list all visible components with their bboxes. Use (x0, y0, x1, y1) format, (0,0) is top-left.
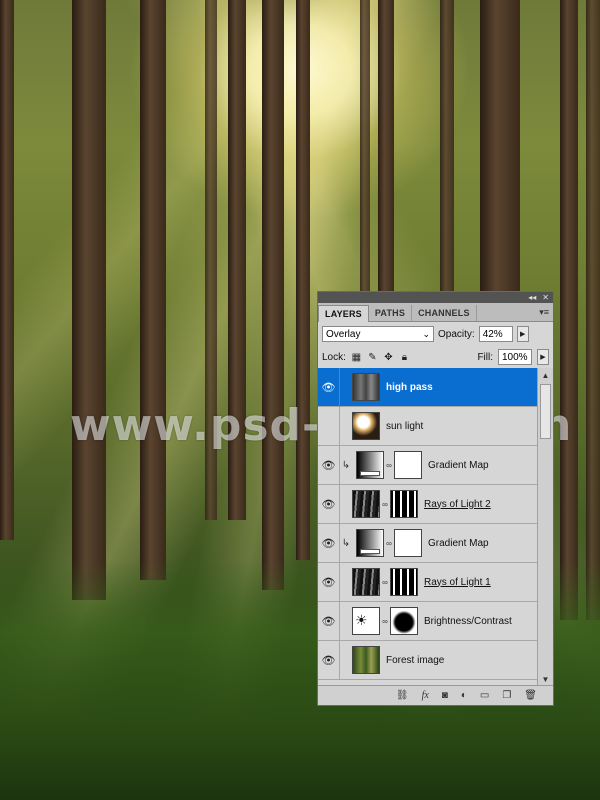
gradient-map-thumbnail (356, 529, 384, 557)
visibility-eye-icon[interactable]: 👁︎ (318, 601, 340, 641)
fill-label: Fill: (477, 351, 493, 363)
layer-mask-thumbnail (390, 568, 418, 596)
visibility-eye-icon[interactable]: 👁︎ (318, 368, 340, 407)
layer-name: Rays of Light 2 (424, 498, 491, 510)
lock-transparent-icon[interactable]: ▦ (351, 352, 362, 363)
layer-thumbnail (352, 412, 380, 440)
chevron-down-icon: ⌄ (422, 328, 430, 339)
tree-trunk (262, 0, 284, 590)
trash-icon[interactable]: 🗑︎ (524, 690, 537, 701)
layer-name: Gradient Map (428, 459, 489, 471)
opacity-slider-button[interactable]: ▶ (516, 326, 529, 342)
lock-all-icon[interactable]: 🔒︎ (399, 352, 410, 363)
mask-link-icon[interactable]: ∞ (381, 578, 389, 587)
layers-scrollbar[interactable]: ▲ ▼ (537, 368, 553, 686)
layer-row[interactable]: sun light (318, 406, 537, 446)
layer-thumbnail (352, 373, 380, 401)
layer-row[interactable]: 👁︎ ∞ Rays of Light 1 (318, 562, 537, 602)
visibility-eye-icon[interactable]: 👁︎ (318, 640, 340, 680)
layer-row[interactable]: 👁︎ ∞ Brightness/Contrast (318, 601, 537, 641)
new-layer-icon[interactable]: ❐ (502, 690, 511, 701)
add-mask-icon[interactable]: ◙ (442, 690, 448, 701)
mask-link-icon[interactable]: ∞ (381, 617, 389, 626)
brightness-contrast-icon (352, 607, 380, 635)
visibility-eye-icon[interactable]: 👁︎ (318, 445, 340, 485)
tab-channels[interactable]: CHANNELS (412, 305, 477, 321)
layer-thumbnail (352, 490, 380, 518)
lock-move-icon[interactable]: ✥ (383, 352, 394, 363)
mask-link-icon[interactable]: ∞ (381, 500, 389, 509)
adjustment-layer-icon[interactable]: ◐ (461, 690, 467, 701)
tree-trunk (378, 0, 394, 300)
visibility-eye-icon[interactable] (318, 406, 340, 446)
layer-name: Forest image (386, 654, 445, 666)
blend-mode-select[interactable]: Overlay ⌄ (322, 326, 434, 342)
tree-trunk (480, 0, 520, 300)
blend-row: Overlay ⌄ Opacity: 42% ▶ (318, 322, 553, 346)
gradient-map-thumbnail (356, 451, 384, 479)
clipping-arrow-icon: ↳ (341, 459, 351, 471)
mask-link-icon[interactable]: ∞ (385, 461, 393, 470)
tree-trunk (440, 0, 454, 300)
lock-row: Lock: ▦ ✎ ✥ 🔒︎ Fill: 100% ▶ (318, 346, 553, 369)
layer-row[interactable]: 👁︎ ↳ ∞ Gradient Map (318, 445, 537, 485)
scroll-up-icon[interactable]: ▲ (538, 368, 553, 382)
group-folder-icon[interactable]: ▭ (480, 690, 489, 701)
layer-name: Brightness/Contrast (424, 615, 512, 627)
layer-row[interactable]: 👁︎ ↳ ∞ Gradient Map (318, 523, 537, 563)
tree-trunk (360, 0, 370, 300)
opacity-input[interactable]: 42% (478, 326, 513, 342)
collapse-icon[interactable]: ◂◂ (528, 293, 536, 302)
layer-name: Rays of Light 1 (424, 576, 491, 588)
layer-name: Gradient Map (428, 537, 489, 549)
tree-trunk (72, 0, 106, 600)
layer-thumbnail (352, 646, 380, 674)
link-layers-icon[interactable]: ⛓ (396, 690, 409, 701)
layer-row[interactable]: 👁︎ high pass (318, 368, 537, 407)
layers-list: 👁︎ high pass sun light 👁︎ ↳ ∞ Gradient M… (318, 368, 537, 686)
panel-titlebar[interactable]: ◂◂ ✕ (318, 292, 553, 303)
panel-footer: ⛓ fx ◙ ◐ ▭ ❐ 🗑︎ (318, 685, 553, 705)
layer-row[interactable]: 👁︎ Forest image (318, 640, 537, 680)
layer-name: high pass (386, 381, 433, 393)
layer-name: sun light (386, 420, 424, 432)
close-panel-icon[interactable]: ✕ (542, 293, 549, 302)
panel-menu-icon[interactable]: ▾≡ (539, 307, 549, 318)
layers-panel[interactable]: ◂◂ ✕ LAYERS PATHS CHANNELS ▾≡ Overlay ⌄ … (317, 291, 554, 706)
opacity-label: Opacity: (438, 328, 475, 340)
fx-icon[interactable]: fx (422, 690, 429, 701)
layer-mask-thumbnail (390, 490, 418, 518)
visibility-eye-icon[interactable]: 👁︎ (318, 523, 340, 563)
panel-tabs: LAYERS PATHS CHANNELS ▾≡ (318, 303, 553, 322)
tree-trunk (0, 0, 14, 540)
layer-mask-thumbnail (394, 451, 422, 479)
layer-mask-thumbnail (394, 529, 422, 557)
lock-label: Lock: (322, 351, 346, 363)
mask-link-icon[interactable]: ∞ (385, 539, 393, 548)
visibility-eye-icon[interactable]: 👁︎ (318, 562, 340, 602)
scroll-down-icon[interactable]: ▼ (538, 672, 553, 686)
fill-input[interactable]: 100% (498, 349, 532, 365)
layer-mask-thumbnail (390, 607, 418, 635)
tree-trunk (586, 0, 600, 620)
lock-paint-icon[interactable]: ✎ (367, 352, 378, 363)
tree-trunk (296, 0, 310, 560)
scroll-thumb[interactable] (540, 384, 551, 439)
tree-trunk (140, 0, 166, 580)
layer-thumbnail (352, 568, 380, 596)
tab-paths[interactable]: PATHS (369, 305, 413, 321)
tree-trunk (560, 0, 578, 620)
layer-row[interactable]: 👁︎ ∞ Rays of Light 2 (318, 484, 537, 524)
blend-mode-value: Overlay (326, 328, 361, 340)
tab-layers[interactable]: LAYERS (318, 305, 369, 322)
clipping-arrow-icon: ↳ (341, 537, 351, 549)
visibility-eye-icon[interactable]: 👁︎ (318, 484, 340, 524)
fill-slider-button[interactable]: ▶ (537, 349, 549, 365)
